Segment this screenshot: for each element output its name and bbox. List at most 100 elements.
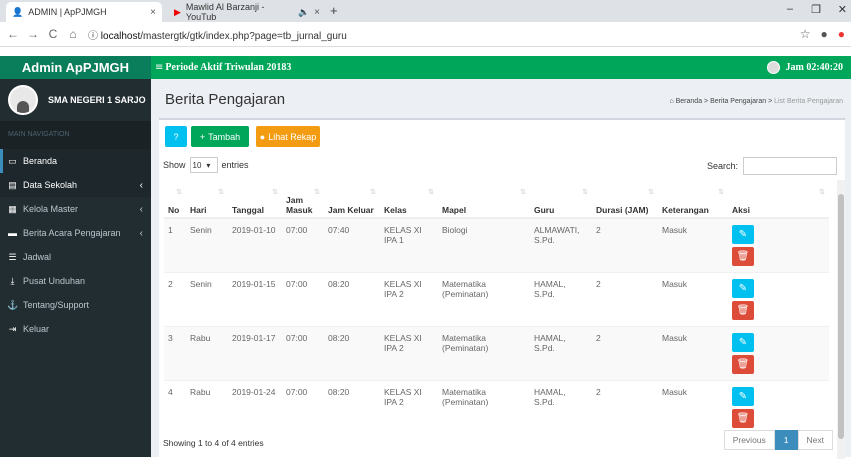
chevron-down-icon: ▾ xyxy=(206,160,211,170)
forward-icon[interactable]: → xyxy=(26,27,40,41)
sort-icon: ⇅ xyxy=(718,189,724,196)
table-scrollbar[interactable] xyxy=(837,180,845,459)
page-length-select[interactable]: 10 ▾ xyxy=(189,157,218,173)
breadcrumb-home[interactable]: Beranda xyxy=(676,98,702,105)
edit-button[interactable]: ✎ xyxy=(732,333,754,352)
search-input[interactable] xyxy=(743,157,837,175)
table-row: 2 Senin 2019-01-15 07:00 08:20 KELAS XI IPA 2… xyxy=(164,272,829,327)
table-cell: 2019-01-10 xyxy=(228,217,282,273)
extension-icon[interactable]: ● xyxy=(838,27,845,41)
sidebar-item-berita-acara[interactable]: ▬ Berita Acara Pengajaran ‹ xyxy=(0,221,151,245)
column-header[interactable]: ⇅ Aksi xyxy=(728,184,829,219)
edit-button[interactable]: ✎ xyxy=(732,225,754,244)
new-tab-button[interactable]: + xyxy=(330,3,338,18)
tab-title: Mawlid Al Barzanji - YouTub xyxy=(185,2,265,22)
actions-cell: ✎ 🗑 xyxy=(728,217,829,273)
book-icon: ▤ xyxy=(8,179,17,190)
scrollbar-thumb[interactable] xyxy=(838,194,844,439)
column-header[interactable]: ⇅ Jam Keluar xyxy=(324,184,380,219)
page-length-control: Show 10 ▾ entries xyxy=(163,157,249,173)
sidebar-item-beranda[interactable]: ▭ Beranda xyxy=(0,149,151,173)
column-header[interactable]: ⇅ No xyxy=(164,184,186,219)
table-cell: 07:00 xyxy=(282,326,324,381)
delete-button[interactable]: 🗑 xyxy=(732,409,754,428)
minimize-icon[interactable]: – xyxy=(787,3,793,15)
table-cell: HAMAL, S.Pd. xyxy=(530,326,592,381)
table-cell: 08:20 xyxy=(324,326,380,381)
logout-icon: ⇥ xyxy=(8,323,17,334)
sort-icon: ⇅ xyxy=(648,189,654,196)
star-icon[interactable]: ☆ xyxy=(800,27,811,41)
sort-icon: ⇅ xyxy=(428,189,434,196)
close-icon[interactable]: × xyxy=(314,7,320,18)
edit-button[interactable]: ✎ xyxy=(732,279,754,298)
previous-page-button[interactable]: Previous xyxy=(723,430,775,450)
nav-header: MAIN NAVIGATION xyxy=(0,121,151,149)
edit-icon: ✎ xyxy=(738,283,748,294)
account-icon[interactable]: ● xyxy=(821,27,828,41)
user-panel: SMA NEGERI 1 SARJO xyxy=(0,79,151,121)
table-cell: Rabu xyxy=(186,380,228,434)
delete-button[interactable]: 🗑 xyxy=(732,301,754,320)
browser-tab-youtube[interactable]: ▶ Mawlid Al Barzanji - YouTub 🔈 × xyxy=(168,2,326,22)
column-header[interactable]: ⇅ Mapel xyxy=(438,184,530,219)
table-cell: 07:00 xyxy=(282,217,324,273)
avatar xyxy=(8,85,38,115)
column-header[interactable]: ⇅ Jam Masuk xyxy=(282,184,324,219)
app-logo[interactable]: Admin ApPJMGH xyxy=(0,56,151,79)
close-icon[interactable]: × xyxy=(150,7,156,18)
recap-button-label: Lihat Rekap xyxy=(268,131,317,142)
delete-button[interactable]: 🗑 xyxy=(732,355,754,374)
delete-button[interactable]: 🗑 xyxy=(732,247,754,266)
top-navbar: ≡ Periode Aktif Triwulan 20183 Jam 02:40… xyxy=(151,56,851,79)
page-title: Berita Pengajaran xyxy=(165,91,286,108)
column-header[interactable]: ⇅ Guru xyxy=(530,184,592,219)
table-cell: 2 xyxy=(592,326,658,381)
column-header[interactable]: ⇅ Durasi (JAM) xyxy=(592,184,658,219)
period-label: Periode Aktif Triwulan 20183 xyxy=(165,62,292,73)
speaker-icon[interactable]: 🔈 xyxy=(298,7,309,18)
browser-tab-admin[interactable]: 👤 ADMIN | ApPJMGH × xyxy=(6,2,162,22)
maximize-icon[interactable]: ❐ xyxy=(811,3,821,16)
table-cell: Biologi xyxy=(438,217,530,273)
sidebar-item-data-sekolah[interactable]: ▤ Data Sekolah ‹ xyxy=(0,173,151,197)
home-icon[interactable]: ⌂ xyxy=(66,27,80,41)
edit-button[interactable]: ✎ xyxy=(732,387,754,406)
table-cell: 07:00 xyxy=(282,380,324,434)
table-row: 4 Rabu 2019-01-24 07:00 08:20 KELAS XI IPA 2M… xyxy=(164,380,829,434)
menu-toggle-icon[interactable]: ≡ xyxy=(155,62,163,73)
help-button[interactable]: ? xyxy=(165,126,187,147)
add-button[interactable]: + Tambah xyxy=(191,126,249,147)
sidebar-item-jadwal[interactable]: ☰ Jadwal xyxy=(0,245,151,269)
close-window-icon[interactable]: ✕ xyxy=(838,3,847,16)
avatar xyxy=(766,61,780,74)
next-page-button[interactable]: Next xyxy=(797,430,833,450)
sidebar-item-pusat-unduhan[interactable]: ⤓ Pusat Unduhan xyxy=(0,269,151,293)
sidebar-item-keluar[interactable]: ⇥ Keluar xyxy=(0,317,151,341)
recap-button[interactable]: ● Lihat Rekap xyxy=(256,126,320,147)
back-icon[interactable]: ← xyxy=(6,27,20,41)
sidebar-item-label: Data Sekolah xyxy=(23,180,78,190)
url-field[interactable]: ⓘ localhost/mastergtk/gtk/index.php?page… xyxy=(88,27,347,42)
column-header[interactable]: ⇅ Hari xyxy=(186,184,228,219)
column-header[interactable]: ⇅ Kelas xyxy=(380,184,438,219)
table-cell: KELAS XI IPA 2 xyxy=(380,380,438,434)
sidebar-item-label: Jadwal xyxy=(23,252,52,262)
page-button[interactable]: 1 xyxy=(774,430,798,450)
column-header[interactable]: ⇅ Tanggal xyxy=(228,184,282,219)
table-cell: Senin xyxy=(186,272,228,327)
table-cell: Masuk xyxy=(658,272,728,327)
plus-icon: + xyxy=(199,131,206,142)
table-cell: Masuk xyxy=(658,380,728,434)
table-cell: 08:20 xyxy=(324,272,380,327)
breadcrumb-section[interactable]: Berita Pengajaran xyxy=(710,98,766,105)
list-icon: ☰ xyxy=(8,251,17,262)
user-icon: 👤 xyxy=(12,6,24,17)
download-icon: ⤓ xyxy=(10,275,15,286)
sidebar-item-kelola-master[interactable]: ▦ Kelola Master ‹ xyxy=(0,197,151,221)
user-menu[interactable]: Jam 02:40:20 xyxy=(766,61,843,74)
table-cell: Masuk xyxy=(658,326,728,381)
sidebar-item-tentang[interactable]: ⚓ Tentang/Support xyxy=(0,293,151,317)
column-header[interactable]: ⇅ Keterangan xyxy=(658,184,728,219)
reload-icon[interactable]: C xyxy=(46,27,60,41)
